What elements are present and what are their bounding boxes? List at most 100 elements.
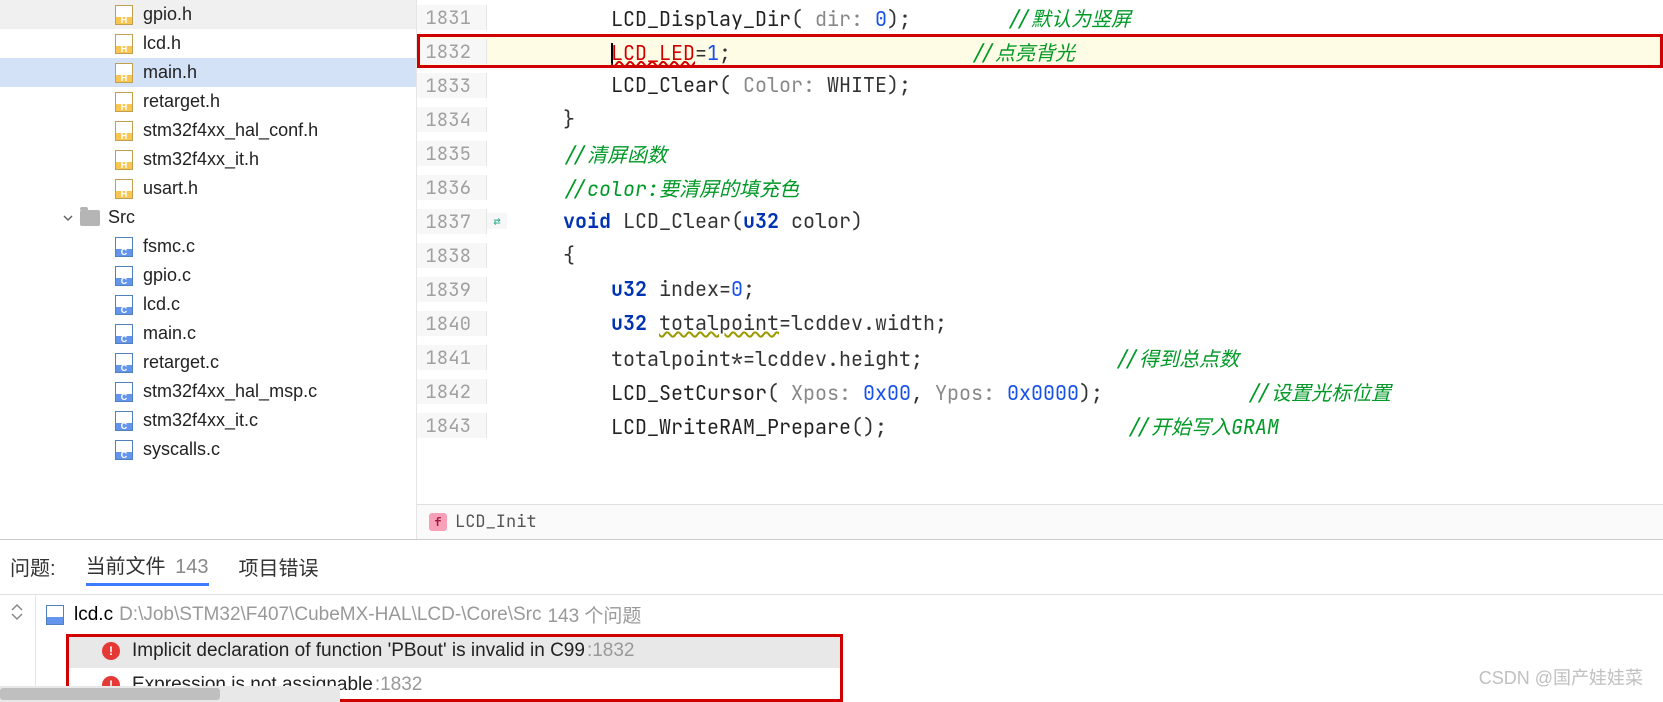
h-file-icon [115, 121, 133, 141]
collapse-icon[interactable] [8, 603, 28, 621]
h-file-icon [115, 63, 133, 83]
tree-file-stm32f4xx-hal-msp-c[interactable]: stm32f4xx_hal_msp.c [0, 377, 416, 406]
tree-file-retarget-h[interactable]: retarget.h [0, 87, 416, 116]
code-content[interactable]: //清屏函数 [507, 139, 1663, 168]
tree-file-lcd-h[interactable]: lcd.h [0, 29, 416, 58]
code-line[interactable]: 1832 LCD_LED=1; //点亮背光 [417, 34, 1663, 68]
line-number: 1836 [417, 175, 487, 200]
tree-file-gpio-c[interactable]: gpio.c [0, 261, 416, 290]
tree-file-main-h[interactable]: main.h [0, 58, 416, 87]
code-content[interactable]: { [507, 242, 1663, 268]
project-tree[interactable]: gpio.h lcd.h main.h retarget.h stm32f4xx_hal… [0, 0, 417, 539]
tree-file-syscalls-c[interactable]: syscalls.c [0, 435, 416, 464]
file-label: stm32f4xx_it.c [143, 410, 258, 431]
problem-file-count: 143 个问题 [547, 601, 641, 628]
code-line[interactable]: 1836 //color:要清屏的填充色 [417, 170, 1663, 204]
code-content[interactable]: u32 totalpoint=lcddev.width; [507, 310, 1663, 336]
h-file-icon [115, 34, 133, 54]
code-content[interactable]: LCD_Clear( Color: WHITE); [507, 72, 1663, 98]
tree-file-stm32f4xx-it-h[interactable]: stm32f4xx_it.h [0, 145, 416, 174]
tree-file-lcd-c[interactable]: lcd.c [0, 290, 416, 319]
file-label: retarget.c [143, 352, 219, 373]
code-content[interactable]: LCD_SetCursor( Xpos: 0x00, Ypos: 0x0000)… [507, 377, 1663, 406]
file-label: lcd.h [143, 33, 181, 54]
code-content[interactable]: LCD_Display_Dir( dir: 0); //默认为竖屏 [507, 3, 1663, 32]
c-file-icon [115, 324, 133, 344]
line-number: 1835 [417, 141, 487, 166]
problems-title: 问题: [10, 552, 56, 585]
line-number: 1841 [417, 345, 487, 370]
c-file-icon [115, 266, 133, 286]
code-content[interactable]: LCD_LED=1; //点亮背光 [507, 37, 1663, 66]
c-file-icon [115, 353, 133, 373]
code-line[interactable]: 1835 //清屏函数 [417, 136, 1663, 170]
code-line[interactable]: 1833 LCD_Clear( Color: WHITE); [417, 68, 1663, 102]
code-line[interactable]: 1842 LCD_SetCursor( Xpos: 0x00, Ypos: 0x… [417, 374, 1663, 408]
file-label: fsmc.c [143, 236, 195, 257]
function-icon: f [429, 513, 447, 531]
line-number: 1831 [417, 5, 487, 30]
line-number: 1832 [417, 39, 487, 64]
code-content[interactable]: totalpoint*=lcddev.height; //得到总点数 [507, 343, 1663, 372]
c-file-icon [115, 382, 133, 402]
problem-file-name: lcd.c [74, 604, 113, 626]
folder-label: Src [108, 207, 135, 228]
fold-gutter[interactable]: ⇄ [487, 213, 507, 229]
code-content[interactable]: //color:要清屏的填充色 [507, 173, 1663, 202]
code-content[interactable]: LCD_WriteRAM_Prepare(); //开始写入GRAM [507, 411, 1663, 440]
h-file-icon [115, 5, 133, 25]
line-number: 1840 [417, 311, 487, 336]
problem-line: :1832 [375, 674, 423, 696]
breadcrumb[interactable]: f LCD_Init [417, 504, 1663, 539]
tree-file-fsmc-c[interactable]: fsmc.c [0, 232, 416, 261]
code-line[interactable]: 1843 LCD_WriteRAM_Prepare(); //开始写入GRAM [417, 408, 1663, 442]
line-number: 1837 [417, 209, 487, 234]
code-content[interactable]: void LCD_Clear(u32 color) [507, 208, 1663, 234]
code-editor[interactable]: 1831 LCD_Display_Dir( dir: 0); //默认为竖屏18… [417, 0, 1663, 539]
file-label: main.h [143, 62, 197, 83]
file-label: gpio.h [143, 4, 192, 25]
code-line[interactable]: 1837⇄ void LCD_Clear(u32 color) [417, 204, 1663, 238]
problems-panel: 问题: 当前文件 143 项目错误 lcd.c D:\Job\STM32\F40… [0, 539, 1663, 702]
line-number: 1839 [417, 277, 487, 302]
code-line[interactable]: 1841 totalpoint*=lcddev.height; //得到总点数 [417, 340, 1663, 374]
problem-message: Implicit declaration of function 'PBout'… [132, 640, 585, 662]
line-number: 1833 [417, 73, 487, 98]
tree-file-retarget-c[interactable]: retarget.c [0, 348, 416, 377]
code-content[interactable]: } [507, 106, 1663, 132]
h-file-icon [115, 92, 133, 112]
tree-file-main-c[interactable]: main.c [0, 319, 416, 348]
file-label: main.c [143, 323, 196, 344]
c-file-icon [115, 411, 133, 431]
tree-folder-src[interactable]: Src [0, 203, 416, 232]
code-line[interactable]: 1840 u32 totalpoint=lcddev.width; [417, 306, 1663, 340]
file-label: stm32f4xx_hal_conf.h [143, 120, 318, 141]
h-file-icon [115, 150, 133, 170]
tab-project-errors[interactable]: 项目错误 [239, 552, 319, 585]
code-line[interactable]: 1834 } [417, 102, 1663, 136]
problem-item[interactable]: ! Implicit declaration of function 'PBout… [66, 634, 843, 668]
tree-file-stm32f4xx-it-c[interactable]: stm32f4xx_it.c [0, 406, 416, 435]
code-content[interactable]: u32 index=0; [507, 276, 1663, 302]
tree-file-gpio-h[interactable]: gpio.h [0, 0, 416, 29]
h-file-icon [115, 179, 133, 199]
file-label: usart.h [143, 178, 198, 199]
code-line[interactable]: 1839 u32 index=0; [417, 272, 1663, 306]
line-number: 1842 [417, 379, 487, 404]
code-line[interactable]: 1838 { [417, 238, 1663, 272]
code-line[interactable]: 1831 LCD_Display_Dir( dir: 0); //默认为竖屏 [417, 0, 1663, 34]
file-label: gpio.c [143, 265, 191, 286]
c-file-icon [115, 295, 133, 315]
tree-file-stm32f4xx-hal-conf-h[interactable]: stm32f4xx_hal_conf.h [0, 116, 416, 145]
c-file-icon [115, 237, 133, 257]
chevron-down-icon [60, 210, 76, 226]
c-file-icon [46, 605, 64, 625]
line-number: 1838 [417, 243, 487, 268]
file-label: stm32f4xx_hal_msp.c [143, 381, 317, 402]
error-icon: ! [102, 642, 120, 660]
breadcrumb-function: LCD_Init [455, 511, 537, 533]
problem-file-header[interactable]: lcd.c D:\Job\STM32\F407\CubeMX-HAL\LCD-\… [36, 595, 1663, 634]
tree-file-usart-h[interactable]: usart.h [0, 174, 416, 203]
line-number: 1843 [417, 413, 487, 438]
tab-current-file[interactable]: 当前文件 143 [86, 550, 209, 586]
